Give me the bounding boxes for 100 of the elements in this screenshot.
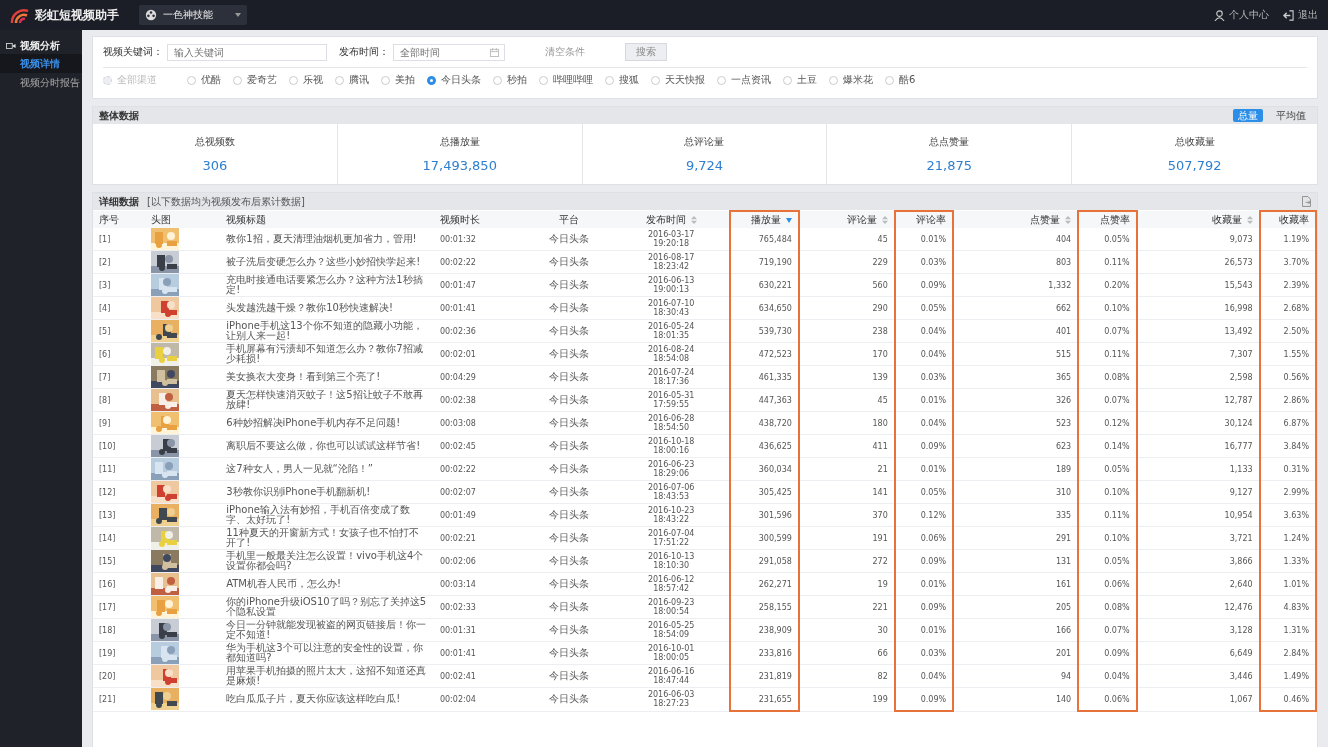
platform-radio[interactable]: 爱奇艺 bbox=[233, 73, 277, 87]
table-cell: 1.01% bbox=[1283, 579, 1309, 589]
video-title: 离职后不要这么做，你也可以试试这样节省! bbox=[226, 440, 422, 452]
table-cell: 45 bbox=[877, 395, 888, 405]
user-center-link[interactable]: 个人中心 bbox=[1214, 8, 1269, 22]
sidebar-item[interactable]: 视频详情 bbox=[0, 54, 82, 73]
table-cell: 00:02:41 bbox=[439, 671, 476, 681]
table-cell: 2,640 bbox=[1229, 579, 1253, 589]
table-cell: 0.10% bbox=[1104, 533, 1130, 543]
table-cell-text: 2016-09-23 18:00:54 bbox=[646, 598, 696, 616]
table-cell: 30,124 bbox=[1224, 418, 1253, 428]
column-header: 序号 bbox=[93, 211, 146, 228]
platform-radio[interactable]: 爆米花 bbox=[829, 73, 873, 87]
platform-radio[interactable]: 一点资讯 bbox=[717, 73, 771, 87]
table-cell: 2.68% bbox=[1283, 303, 1309, 313]
table-cell: 0.04% bbox=[920, 418, 947, 428]
table-cell: 30 bbox=[877, 625, 888, 635]
table-cell: 00:02:38 bbox=[439, 395, 476, 405]
table-cell: 00:01:41 bbox=[439, 648, 476, 658]
mode-toggle[interactable]: 平均值 bbox=[1271, 109, 1311, 122]
table-cell: 0.04% bbox=[1104, 671, 1130, 681]
platform-radio[interactable]: 天天快报 bbox=[651, 73, 705, 87]
table-cell: 140 bbox=[1055, 694, 1072, 704]
platform-radio[interactable]: 今日头条 bbox=[427, 73, 481, 87]
table-cell: 0.03% bbox=[920, 257, 947, 267]
sort-descending-icon[interactable] bbox=[785, 216, 792, 224]
table-cell: 161 bbox=[1055, 579, 1072, 589]
video-title: ATM机吞人民币，怎么办! bbox=[226, 578, 342, 590]
table-cell: 00:02:07 bbox=[439, 487, 476, 497]
stat-label: 总评论量 bbox=[684, 135, 725, 149]
platform-radio[interactable]: 乐视 bbox=[289, 73, 323, 87]
platform-radio[interactable]: 搜狐 bbox=[605, 73, 639, 87]
table-cell: 今日头条 bbox=[549, 555, 590, 566]
sort-icon[interactable] bbox=[881, 215, 888, 224]
sidebar-item[interactable]: 视频分时报告 bbox=[0, 73, 82, 92]
platform-radio[interactable]: 土豆 bbox=[783, 73, 817, 87]
table-cell: [21] bbox=[99, 694, 116, 704]
table-cell: [18] bbox=[99, 625, 116, 635]
column-header: 点赞率 bbox=[1078, 211, 1137, 228]
table-cell: 404 bbox=[1055, 234, 1072, 244]
table-cell: [12] bbox=[99, 487, 116, 497]
table-cell: 9,073 bbox=[1229, 234, 1253, 244]
table-cell: 1,067 bbox=[1229, 694, 1253, 704]
table-cell: 今日头条 bbox=[549, 509, 590, 520]
platform-radio[interactable]: 酷6 bbox=[885, 73, 916, 87]
table-cell: 45 bbox=[877, 234, 888, 244]
table-cell: 00:02:21 bbox=[439, 533, 476, 543]
date-field[interactable]: 全部时间 bbox=[393, 43, 505, 61]
table-cell-text: 2016-06-16 18:47:44 bbox=[646, 667, 696, 685]
table-cell: 238 bbox=[872, 326, 888, 336]
table-cell: 2.99% bbox=[1283, 487, 1309, 497]
platform-radio[interactable]: 秒拍 bbox=[493, 73, 527, 87]
table-cell: 今日头条 bbox=[549, 371, 590, 382]
keyword-field[interactable]: 输入关键词 bbox=[167, 43, 327, 61]
platform-radio[interactable]: 哔哩哔哩 bbox=[539, 73, 593, 87]
platform-radio[interactable]: 优酷 bbox=[187, 73, 221, 87]
account-dropdown[interactable]: 一色神技能 bbox=[139, 5, 247, 25]
table-cell: 0.05% bbox=[1104, 464, 1130, 474]
video-title: iPhone手机这13个你不知道的隐藏小功能，让别人来一起! bbox=[226, 320, 424, 342]
table-cell: 662 bbox=[1055, 303, 1072, 313]
table-cell: 131 bbox=[1055, 556, 1072, 566]
table-cell: 290 bbox=[872, 303, 888, 313]
table-cell: 今日头条 bbox=[549, 693, 590, 705]
table-cell: 0.09% bbox=[920, 441, 947, 451]
sort-icon[interactable] bbox=[690, 215, 697, 224]
rainbow-logo-icon bbox=[10, 7, 30, 23]
platform-radio[interactable]: 美拍 bbox=[381, 73, 415, 87]
table-cell: 0.10% bbox=[1104, 487, 1130, 497]
logout-link[interactable]: 退出 bbox=[1283, 8, 1318, 22]
table-cell: 623 bbox=[1055, 441, 1072, 451]
table-cell: 166 bbox=[1055, 625, 1072, 635]
stat-value: 21,875 bbox=[926, 158, 973, 173]
table-cell: 3.63% bbox=[1283, 510, 1309, 520]
table-cell: 523 bbox=[1055, 418, 1072, 428]
table-cell: 今日头条 bbox=[549, 486, 590, 497]
table-cell: [20] bbox=[99, 671, 116, 681]
table-cell: 360,034 bbox=[758, 464, 792, 474]
column-header: 评论率 bbox=[894, 211, 954, 228]
table-cell: 461,335 bbox=[758, 372, 792, 382]
sort-icon[interactable] bbox=[1246, 215, 1253, 224]
table-cell: 0.31% bbox=[1283, 464, 1309, 474]
sort-icon[interactable] bbox=[1065, 215, 1072, 224]
column-header: 发布时间 bbox=[613, 211, 730, 228]
table-cell: [13] bbox=[99, 510, 116, 520]
table-cell: 12,476 bbox=[1224, 602, 1253, 612]
table-cell: 9,127 bbox=[1229, 487, 1253, 497]
video-title: 夏天怎样快速消灭蚊子！这5招让蚊子不敢再放肆! bbox=[226, 389, 424, 411]
table-cell: 2.50% bbox=[1283, 326, 1309, 336]
column-header: 平台 bbox=[525, 211, 614, 228]
table-cell: 00:01:41 bbox=[439, 303, 476, 313]
table-cell: 6,649 bbox=[1229, 648, 1253, 658]
table-cell: 00:01:32 bbox=[439, 234, 476, 244]
export-icon[interactable] bbox=[1302, 196, 1311, 207]
table-cell: 66 bbox=[877, 648, 888, 658]
table-cell: 0.46% bbox=[1283, 694, 1309, 704]
platform-radio[interactable]: 腾讯 bbox=[335, 73, 369, 87]
section-title: 视频分析 bbox=[20, 39, 60, 53]
table-cell: [15] bbox=[99, 556, 116, 566]
table-cell: 今日头条 bbox=[549, 463, 590, 474]
table-cell: 26,573 bbox=[1224, 257, 1253, 267]
